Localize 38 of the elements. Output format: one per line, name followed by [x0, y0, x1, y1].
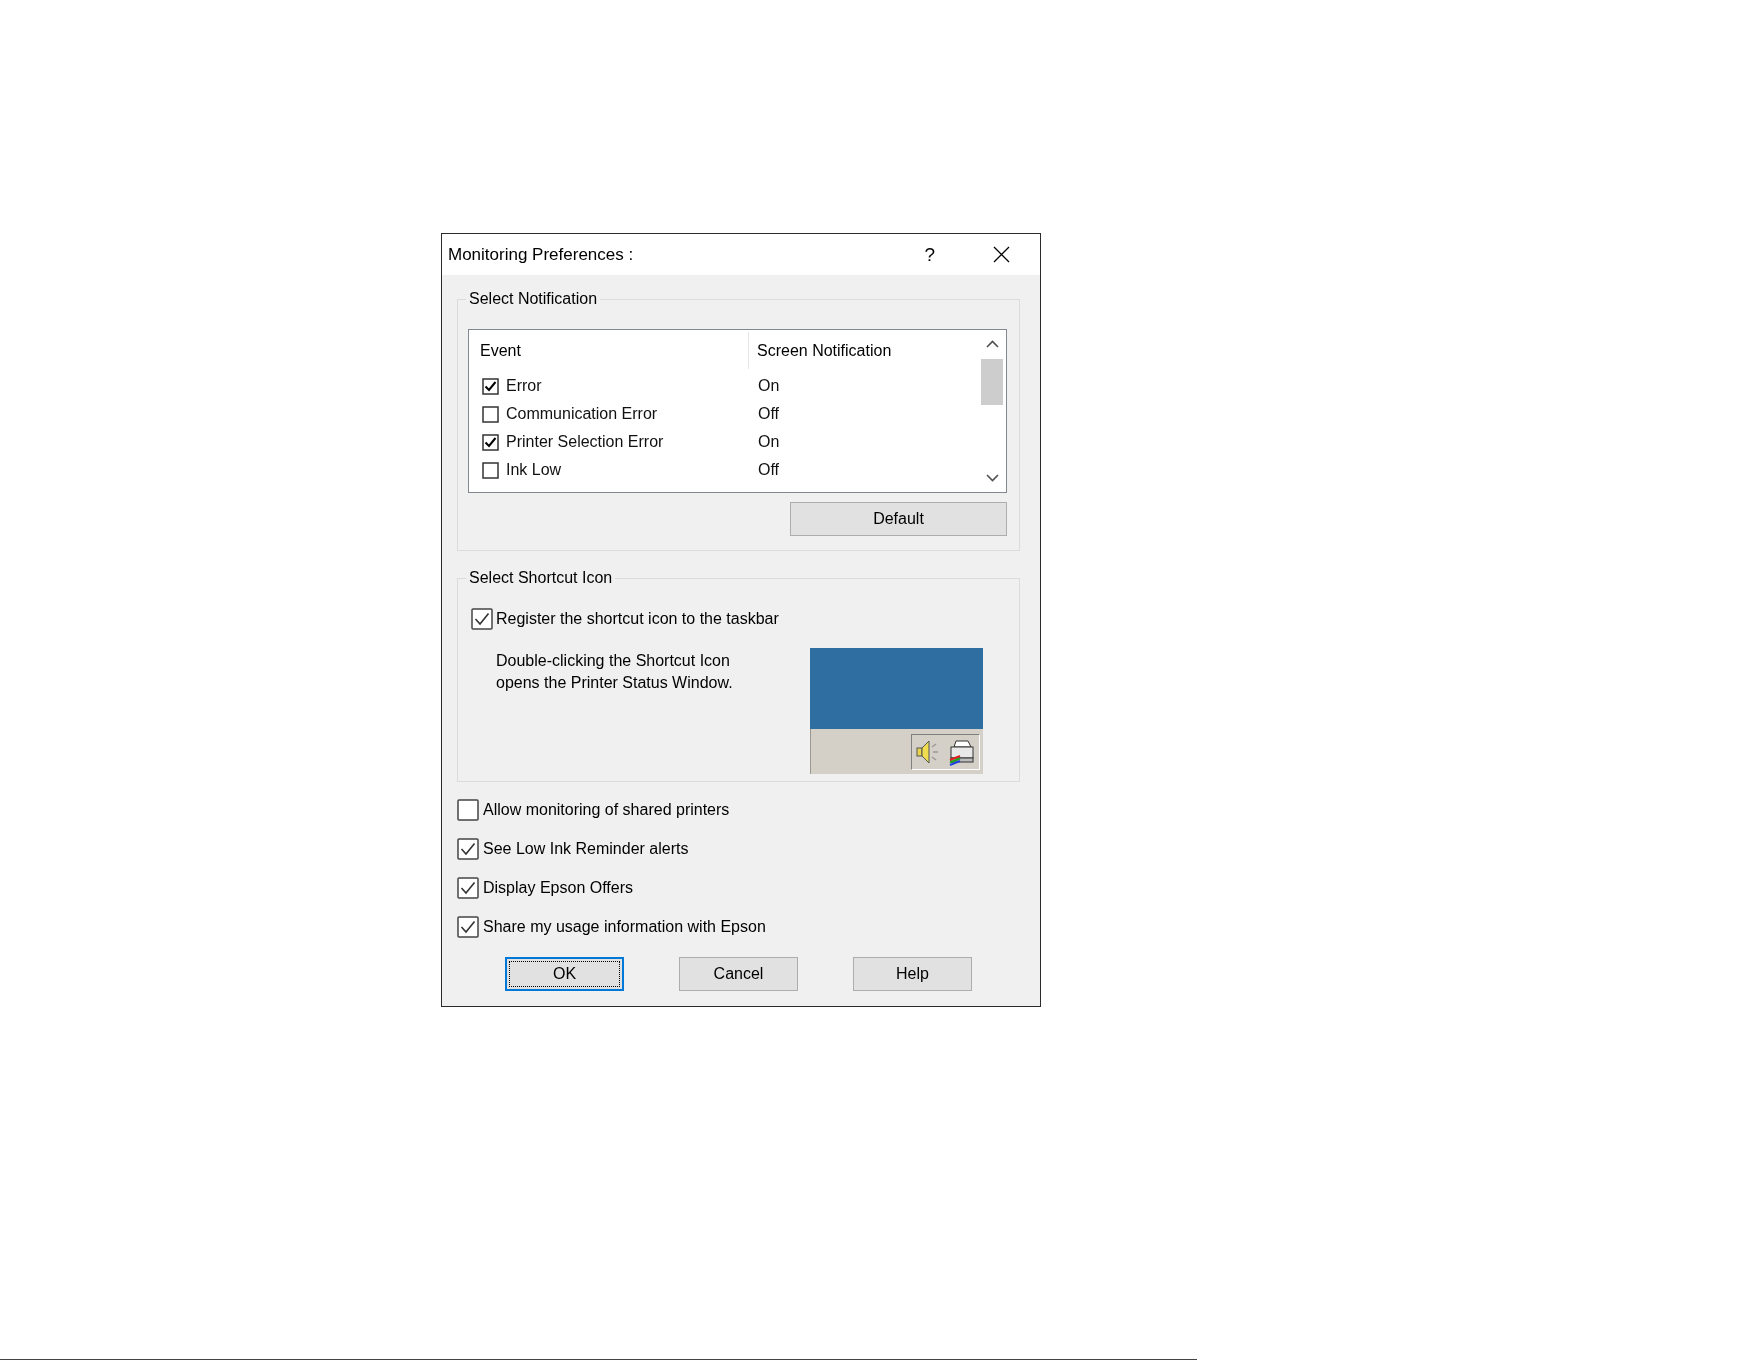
notification-value: Off [757, 461, 780, 479]
help-button[interactable]: ? [924, 242, 935, 267]
group-title: Select Shortcut Icon [468, 568, 614, 588]
description-text: Double-clicking the Shortcut Icon opens the Printer Status Window. [496, 651, 734, 693]
checkbox[interactable] [457, 838, 479, 860]
chevron-down-icon[interactable] [985, 474, 999, 482]
checkbox-label: See Low Ink Reminder alerts [483, 840, 689, 858]
checkbox[interactable] [457, 799, 479, 821]
event-name: Communication Error [506, 405, 658, 423]
checkbox[interactable] [482, 433, 499, 451]
checkbox-label: Register the shortcut icon to the taskbar [496, 610, 779, 628]
chevron-up-icon[interactable] [985, 340, 999, 348]
column-header[interactable]: Screen Notification [749, 342, 892, 360]
checkbox[interactable] [482, 377, 499, 395]
dialog-button[interactable]: OK [505, 957, 624, 991]
checkbox-label: Display Epson Offers [483, 879, 633, 897]
event-name: Error [506, 377, 542, 395]
checkbox[interactable] [471, 608, 493, 630]
group-title: Select Notification [468, 289, 599, 309]
close-icon[interactable] [993, 246, 1010, 263]
checkbox[interactable] [482, 461, 499, 479]
dialog-button[interactable]: Cancel [679, 957, 798, 991]
default-button[interactable]: Default [790, 502, 1007, 536]
dialog-button[interactable]: Help [853, 957, 972, 991]
window-title: Monitoring Preferences : [448, 244, 635, 265]
notification-value: Off [757, 405, 780, 423]
checkbox[interactable] [457, 916, 479, 938]
checkbox[interactable] [482, 405, 499, 423]
checkbox-label: Share my usage information with Epson [483, 918, 766, 936]
checkbox-label: Allow monitoring of shared printers [483, 801, 730, 819]
event-name: Printer Selection Error [506, 433, 664, 451]
notification-value: On [757, 377, 780, 395]
column-header[interactable]: Event [469, 332, 749, 369]
printer-icon [947, 737, 976, 766]
checkbox[interactable] [457, 877, 479, 899]
event-name: Ink Low [506, 461, 562, 479]
scrollbar-thumb[interactable] [981, 359, 1003, 405]
notification-value: On [757, 433, 780, 451]
